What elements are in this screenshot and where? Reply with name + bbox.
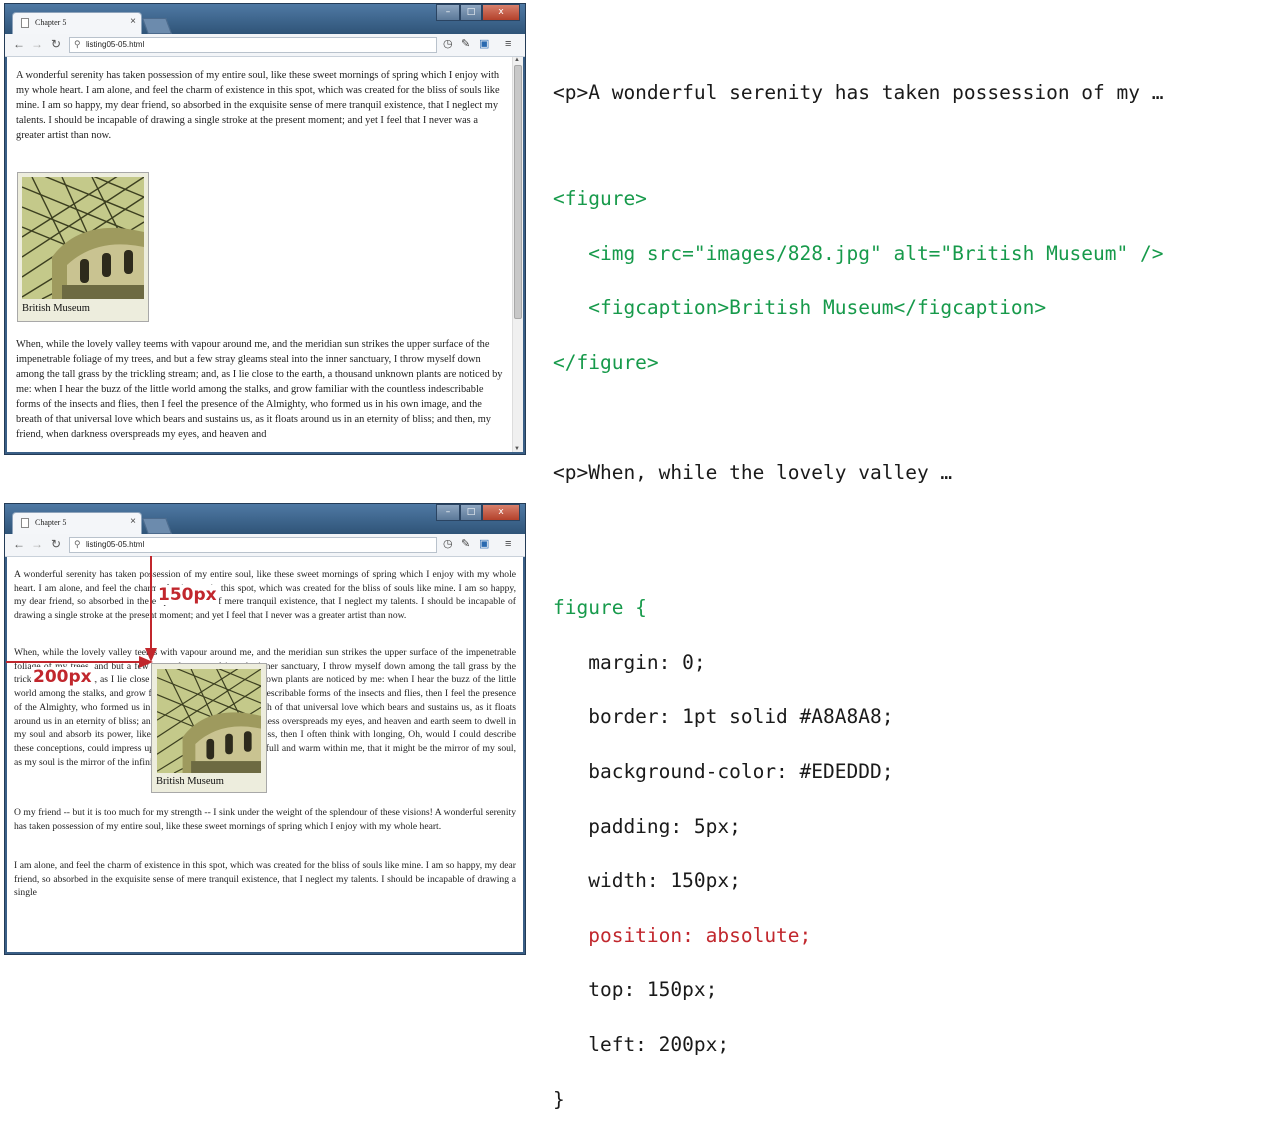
code-line: margin: 0;: [553, 650, 706, 674]
code-line: background-color: #EDEDDD;: [553, 760, 894, 784]
code-line: <figcaption>British Museum</figcaption>: [553, 296, 1047, 320]
code-line: figure {: [553, 596, 647, 620]
code-line: width: 150px;: [553, 869, 741, 893]
top-offset-label: 150px: [156, 585, 219, 605]
code-line: border: 1pt solid #A8A8A8;: [553, 705, 894, 729]
css-code-listing: figure { margin: 0; border: 1pt solid #A…: [553, 567, 893, 1140]
code-line: position: absolute;: [553, 923, 812, 947]
code-line: padding: 5px;: [553, 814, 741, 838]
code-line: left: 200px;: [553, 1033, 730, 1057]
left-offset-label: 200px: [31, 667, 94, 687]
code-line: <p>A wonderful serenity has taken posses…: [553, 81, 1164, 105]
code-line: top: 150px;: [553, 978, 718, 1002]
html-code-listing: <p>A wonderful serenity has taken posses…: [553, 52, 1163, 513]
code-line: <p>When, while the lovely valley …: [553, 460, 953, 484]
code-line: <img src="images/828.jpg" alt="British M…: [553, 241, 1164, 265]
code-line: <figure>: [553, 187, 647, 211]
code-line: </figure>: [553, 350, 659, 374]
code-line: }: [553, 1087, 565, 1111]
